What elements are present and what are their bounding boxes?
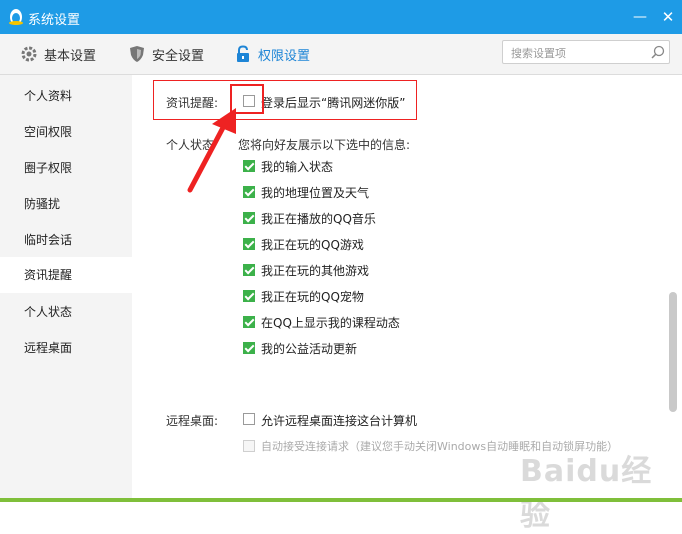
remote-auto-accept-checkbox (243, 440, 255, 452)
status-option-qq-pet[interactable]: 我正在玩的QQ宠物 (261, 288, 364, 305)
settings-window: 系统设置 — ✕ 基本设置 安全设置 权限设置 搜索设置项 个人资料 空间权限 … (0, 0, 682, 533)
search-icon[interactable] (651, 45, 665, 59)
status-checkbox-charity[interactable] (243, 342, 255, 354)
sidebar-item-circle-permission[interactable]: 圈子权限 (0, 150, 132, 186)
tab-permission-settings[interactable]: 权限设置 (234, 34, 310, 74)
status-option-course[interactable]: 在QQ上显示我的课程动态 (261, 314, 400, 331)
status-checkbox-qq-game[interactable] (243, 238, 255, 250)
bottom-border (0, 498, 682, 502)
close-button[interactable]: ✕ (658, 8, 678, 26)
status-option-charity[interactable]: 我的公益活动更新 (261, 340, 357, 357)
shield-icon (130, 46, 144, 62)
tab-basic-settings[interactable]: 基本设置 (20, 34, 96, 74)
sidebar-item-temp-chat[interactable]: 临时会话 (0, 222, 132, 258)
personal-status-description: 您将向好友展示以下选中的信息: (238, 138, 411, 152)
tab-permission-label: 权限设置 (258, 48, 311, 64)
gear-icon (21, 46, 37, 62)
status-option-qq-game[interactable]: 我正在玩的QQ游戏 (261, 236, 364, 253)
status-checkbox-music[interactable] (243, 212, 255, 224)
qq-penguin-icon (9, 9, 23, 25)
tab-security-settings[interactable]: 安全设置 (128, 34, 204, 74)
sidebar-item-personal-status[interactable]: 个人状态 (0, 294, 132, 330)
title-bar: 系统设置 — ✕ (0, 0, 682, 34)
status-checkbox-other-game[interactable] (243, 264, 255, 276)
scrollbar-thumb[interactable] (669, 292, 677, 412)
remote-desktop-label: 远程桌面: (166, 414, 219, 428)
tab-security-label: 安全设置 (152, 48, 205, 64)
sidebar-item-anti-harassment[interactable]: 防骚扰 (0, 186, 132, 222)
sidebar-item-remote-desktop[interactable]: 远程桌面 (0, 330, 132, 366)
search-input[interactable] (509, 44, 651, 62)
remote-allow-checkbox[interactable] (243, 413, 255, 425)
remote-allow-option[interactable]: 允许远程桌面连接这台计算机 (261, 412, 417, 429)
annotation-arrow-icon (187, 108, 236, 193)
sidebar-item-profile[interactable]: 个人资料 (0, 78, 132, 114)
sidebar-item-news-alert[interactable]: 资讯提醒 (0, 257, 132, 293)
status-option-other-game[interactable]: 我正在玩的其他游戏 (261, 262, 369, 279)
sidebar-item-space-permission[interactable]: 空间权限 (0, 114, 132, 150)
sidebar: 个人资料 空间权限 圈子权限 防骚扰 临时会话 资讯提醒 个人状态 远程桌面 (0, 75, 132, 502)
window-title: 系统设置 (28, 13, 81, 28)
status-option-location[interactable]: 我的地理位置及天气 (261, 184, 369, 201)
status-option-typing[interactable]: 我的输入状态 (261, 158, 333, 175)
status-checkbox-course[interactable] (243, 316, 255, 328)
watermark: Baidu经验 (520, 454, 653, 533)
status-option-music[interactable]: 我正在播放的QQ音乐 (261, 210, 376, 227)
lock-icon (237, 45, 249, 62)
status-checkbox-qq-pet[interactable] (243, 290, 255, 302)
tab-basic-label: 基本设置 (44, 48, 97, 64)
search-box[interactable] (502, 40, 670, 64)
minimize-button[interactable]: — (630, 8, 650, 26)
